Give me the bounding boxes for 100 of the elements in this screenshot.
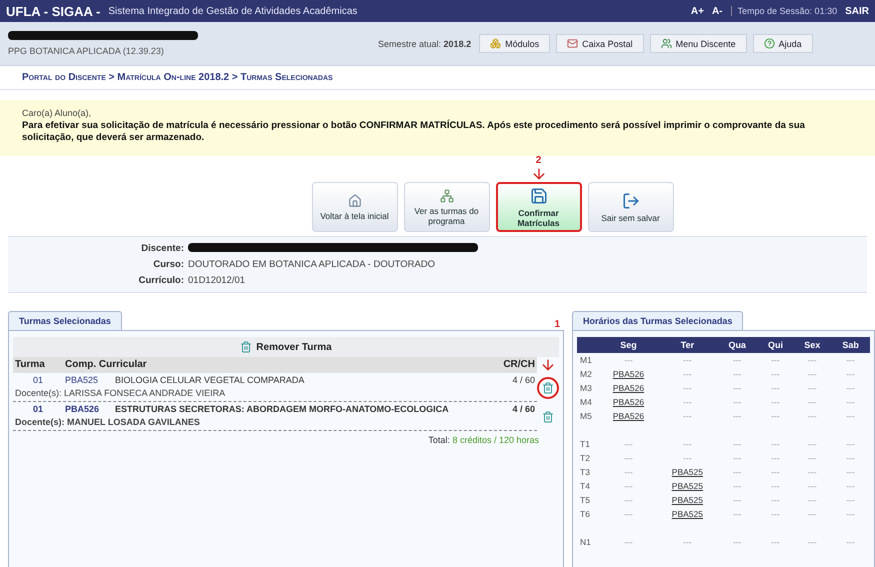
header-link[interactable]: Caixa Postal bbox=[556, 34, 644, 53]
empty-slot: --- bbox=[732, 453, 742, 463]
font-increase-link[interactable]: A+ bbox=[690, 6, 704, 16]
empty-slot: --- bbox=[732, 439, 742, 449]
field-label: Discente: bbox=[140, 243, 185, 254]
header-link[interactable]: Ajuda bbox=[752, 34, 813, 53]
exit-icon bbox=[622, 192, 640, 210]
empty-slot: --- bbox=[846, 537, 855, 547]
empty-slot: --- bbox=[683, 537, 692, 547]
session-timer: Tempo de Sessão: 01:30 bbox=[730, 6, 838, 16]
empty-slot: --- bbox=[683, 369, 692, 379]
empty-slot: --- bbox=[771, 397, 780, 407]
empty-slot: --- bbox=[808, 481, 817, 491]
header-link[interactable]: Módulos bbox=[479, 34, 550, 53]
empty-slot: --- bbox=[846, 495, 855, 505]
empty-slot: --- bbox=[732, 481, 742, 491]
empty-slot: --- bbox=[624, 453, 633, 463]
empty-slot: --- bbox=[732, 537, 742, 547]
trash-icon bbox=[240, 341, 252, 353]
mail-icon bbox=[567, 38, 578, 49]
annotation-number: 2 bbox=[536, 156, 542, 166]
remove-button[interactable] bbox=[537, 376, 559, 398]
font-decrease-link[interactable]: A- bbox=[712, 6, 723, 16]
empty-slot: --- bbox=[624, 537, 633, 547]
teacher-text: Docente(s): MANUEL LOSADA GAVILANES bbox=[13, 416, 537, 431]
empty-slot: --- bbox=[732, 383, 742, 393]
teacher-text: Docente(s): LARISSA FONSECA ANDRADE VIEIRA bbox=[13, 387, 537, 402]
unit-name: PPG BOTANICA APLICADA (12.39.23) bbox=[8, 46, 165, 56]
day-header: Sex bbox=[793, 337, 832, 353]
time-slot-label: M3 bbox=[579, 382, 593, 395]
empty-slot: --- bbox=[846, 467, 855, 477]
empty-slot: --- bbox=[771, 509, 780, 519]
day-header: Sab bbox=[831, 337, 870, 353]
course-code-link[interactable]: PBA526 bbox=[612, 383, 644, 393]
course-code-link[interactable]: PBA525 bbox=[672, 481, 703, 491]
empty-slot: --- bbox=[732, 369, 742, 379]
system-subtitle: Sistema Integrado de Gestão de Atividades Acadêmicas bbox=[108, 6, 358, 16]
trash-icon bbox=[542, 382, 554, 394]
day-header: Ter bbox=[658, 337, 717, 353]
course-code-link[interactable]: PBA526 bbox=[612, 397, 644, 407]
course-code-link[interactable]: PBA525 bbox=[672, 467, 703, 477]
time-slot-label: T3 bbox=[579, 466, 591, 479]
empty-slot: --- bbox=[732, 509, 742, 519]
course-code-link[interactable]: PBA525 bbox=[672, 509, 703, 519]
help-icon bbox=[764, 38, 775, 49]
panel-tab[interactable]: Turmas Selecionadas bbox=[8, 311, 122, 330]
empty-slot: --- bbox=[683, 397, 692, 407]
empty-slot: --- bbox=[846, 355, 855, 365]
panel-tab[interactable]: Horários das Turmas Selecionadas bbox=[572, 311, 744, 330]
empty-slot: --- bbox=[808, 383, 817, 393]
course-code-link[interactable]: PBA526 bbox=[63, 402, 113, 416]
action-button[interactable]: Voltar à tela inicial bbox=[312, 182, 398, 232]
empty-slot: --- bbox=[732, 355, 742, 365]
time-slot-label: T4 bbox=[579, 480, 591, 493]
empty-slot: --- bbox=[846, 439, 855, 449]
empty-slot: --- bbox=[683, 439, 692, 449]
table-cell-text: 4 / 60 bbox=[511, 403, 536, 416]
home-icon bbox=[348, 194, 362, 208]
empty-slot: --- bbox=[808, 537, 817, 547]
action-button[interactable]: Ver as turmas do programa bbox=[404, 182, 490, 232]
day-header: Qui bbox=[758, 337, 794, 353]
empty-slot: --- bbox=[683, 411, 692, 421]
column-header: Comp. Curricular bbox=[63, 357, 487, 373]
breadcrumb: Portal do Discente > Matrícula On-line 2018.2 > Turmas Selecionadas bbox=[0, 66, 875, 90]
empty-slot: --- bbox=[808, 411, 817, 421]
empty-slot: --- bbox=[771, 355, 780, 365]
action-button[interactable]: Sair sem salvar bbox=[588, 182, 674, 232]
empty-slot: --- bbox=[771, 369, 780, 379]
header-link[interactable]: Menu Discente bbox=[650, 34, 747, 53]
legend-text: Remover Turma bbox=[256, 342, 332, 352]
arrow-down-icon bbox=[530, 166, 546, 182]
course-code-link[interactable]: PBA525 bbox=[672, 495, 703, 505]
annotation-number: 1 bbox=[554, 320, 560, 330]
empty-slot: --- bbox=[683, 355, 692, 365]
empty-slot: --- bbox=[624, 481, 633, 491]
time-slot-label: T2 bbox=[579, 452, 591, 465]
empty-slot: --- bbox=[771, 383, 780, 393]
empty-slot: --- bbox=[808, 467, 817, 477]
empty-slot: --- bbox=[808, 495, 817, 505]
course-code-link[interactable]: PBA526 bbox=[612, 369, 644, 379]
empty-slot: --- bbox=[808, 355, 817, 365]
time-slot-label: N1 bbox=[579, 536, 592, 549]
column-header: CR/CH bbox=[487, 357, 537, 373]
table-cell-text: 01 bbox=[32, 403, 44, 416]
time-slot-label: M1 bbox=[577, 353, 599, 367]
empty-slot: --- bbox=[624, 495, 633, 505]
table-cell-text: 01 bbox=[32, 374, 44, 387]
field-value: DOUTORADO EM BOTANICA APLICADA - DOUTORADO bbox=[188, 259, 436, 270]
course-code-link[interactable]: PBA526 bbox=[612, 411, 644, 421]
table-cell-text: BIOLOGIA CELULAR VEGETAL COMPARADA bbox=[114, 374, 306, 387]
empty-slot: --- bbox=[624, 355, 633, 365]
empty-slot: --- bbox=[624, 439, 633, 449]
empty-slot: --- bbox=[771, 537, 780, 547]
empty-slot: --- bbox=[771, 439, 780, 449]
action-button[interactable]: Confirmar Matrículas bbox=[496, 182, 582, 232]
empty-slot: --- bbox=[846, 369, 855, 379]
empty-slot: --- bbox=[732, 411, 742, 421]
course-code-link[interactable]: PBA525 bbox=[63, 373, 113, 387]
logout-link[interactable]: SAIR bbox=[845, 6, 869, 16]
empty-slot: --- bbox=[624, 509, 633, 519]
